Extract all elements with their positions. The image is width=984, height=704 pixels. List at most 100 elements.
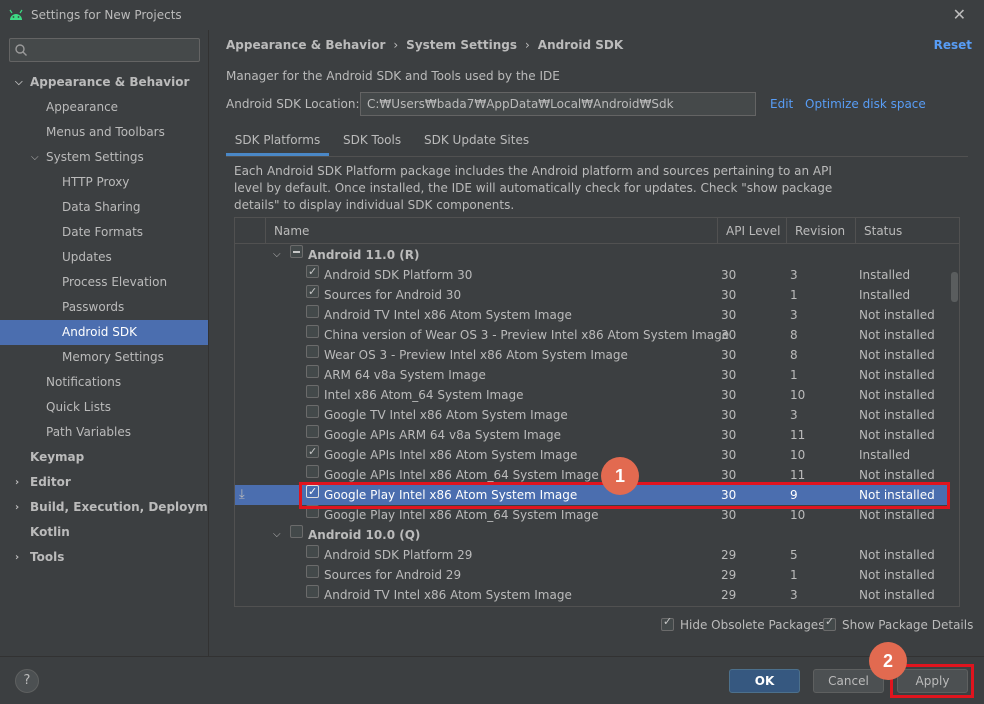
table-row[interactable]: Android SDK Platform 30 30 3 Installed [235, 262, 948, 285]
edit-location-link[interactable]: Edit [770, 97, 793, 111]
sidebar-item-appearance[interactable]: Appearance [0, 95, 208, 120]
collapse-arrow-icon[interactable]: ⌵ [273, 245, 281, 265]
sidebar-item-appearance-behavior[interactable]: ⌵ Appearance & Behavior [0, 70, 208, 95]
package-checkbox[interactable] [306, 325, 319, 338]
tab-sdk-update-sites[interactable]: SDK Update Sites [424, 126, 529, 156]
sidebar-item-editor[interactable]: › Editor [0, 470, 208, 495]
settings-search-input[interactable] [9, 38, 200, 62]
hide-obsolete-checkbox[interactable] [661, 615, 674, 631]
sidebar-item-passwords[interactable]: Passwords [0, 295, 208, 320]
show-details-option[interactable]: Show Package Details [823, 615, 973, 632]
sidebar-item-updates[interactable]: Updates [0, 245, 208, 270]
package-checkbox[interactable] [306, 585, 319, 598]
tabs-divider [226, 156, 968, 157]
collapse-arrow-icon[interactable]: ⌵ [31, 145, 39, 170]
collapse-arrow-icon[interactable]: ⌵ [273, 525, 281, 545]
package-checkbox[interactable] [306, 262, 319, 282]
table-group-row[interactable]: ⌵ Android 11.0 (R) [235, 245, 948, 265]
package-checkbox[interactable] [306, 405, 319, 418]
optimize-disk-space-link[interactable]: Optimize disk space [805, 97, 926, 111]
sidebar-item-android-sdk[interactable]: Android SDK [0, 320, 208, 345]
table-row[interactable]: Google APIs Intel x86 Atom System Image 3… [235, 442, 948, 465]
sdk-location-field[interactable]: C:₩Users₩bada7₩AppData₩Local₩Android₩Sdk [360, 92, 756, 116]
table-row[interactable]: Android TV Intel x86 Atom System Image 29… [235, 585, 948, 605]
table-row[interactable]: Google APIs ARM 64 v8a System Image 30 11 N… [235, 425, 948, 445]
package-checkbox[interactable] [306, 345, 319, 358]
column-api-level[interactable]: API Level [717, 218, 786, 244]
sidebar-item-label: Editor [30, 475, 71, 489]
column-name[interactable]: Name [265, 218, 717, 244]
reset-link[interactable]: Reset [934, 38, 972, 52]
sidebar-item-build-execution-deployment[interactable]: › Build, Execution, Deployment [0, 495, 230, 520]
sidebar-item-notifications[interactable]: Notifications [0, 370, 208, 395]
revision-cell: 3 [790, 408, 798, 422]
status-cell: Not installed [859, 568, 935, 582]
package-checkbox[interactable] [306, 545, 319, 558]
sidebar-item-label: Appearance [46, 100, 119, 114]
help-icon[interactable]: ? [15, 669, 39, 693]
api-level-cell: 30 [721, 308, 737, 322]
sidebar-item-quick-lists[interactable]: Quick Lists [0, 395, 208, 420]
show-details-checkbox[interactable] [823, 615, 836, 631]
package-name: Google APIs Intel x86 Atom System Image [324, 448, 578, 462]
sidebar-item-label: Menus and Toolbars [46, 125, 165, 139]
package-checkbox[interactable] [290, 245, 303, 258]
table-row[interactable]: Intel x86 Atom_64 System Image 30 10 Not in… [235, 385, 948, 405]
column-status[interactable]: Status [855, 218, 959, 244]
sidebar-item-system-settings[interactable]: ⌵ System Settings [0, 145, 208, 170]
table-row[interactable]: Android TV Intel x86 Atom System Image 30… [235, 305, 948, 325]
revision-cell: 10 [790, 388, 806, 402]
package-checkbox[interactable] [306, 425, 319, 438]
expand-arrow-icon[interactable]: › [15, 495, 19, 520]
sidebar-item-path-variables[interactable]: Path Variables [0, 420, 208, 445]
package-checkbox[interactable] [290, 525, 303, 538]
ok-button[interactable]: OK [729, 669, 800, 693]
revision-cell: 11 [790, 428, 806, 442]
table-row[interactable]: Android SDK Platform 29 29 5 Not installed [235, 545, 948, 565]
tab-sdk-platforms[interactable]: SDK Platforms [226, 126, 329, 156]
breadcrumb-appearance-behavior[interactable]: Appearance & Behavior [226, 38, 385, 52]
revision-cell: 10 [790, 448, 806, 462]
column-revision[interactable]: Revision [786, 218, 855, 244]
package-checkbox[interactable] [306, 565, 319, 578]
package-checkbox[interactable] [306, 305, 319, 318]
sidebar-item-label: Updates [62, 250, 112, 264]
tab-sdk-tools[interactable]: SDK Tools [343, 126, 401, 156]
android-sdk-panel: Appearance & Behavior › System Settings › An… [208, 30, 984, 656]
sidebar-item-memory-settings[interactable]: Memory Settings [0, 345, 208, 370]
package-checkbox[interactable] [306, 442, 319, 462]
sidebar-item-data-sharing[interactable]: Data Sharing [0, 195, 208, 220]
status-cell: Not installed [859, 428, 935, 442]
table-row[interactable]: Google TV Intel x86 Atom System Image 30 3… [235, 405, 948, 425]
sidebar-item-label: Kotlin [30, 525, 70, 539]
sidebar-item-keymap[interactable]: Keymap [0, 445, 208, 470]
package-name: Android TV Intel x86 Atom System Image [324, 308, 572, 322]
sidebar-item-http-proxy[interactable]: HTTP Proxy [0, 170, 208, 195]
sidebar-item-process-elevation[interactable]: Process Elevation [0, 270, 208, 295]
table-row[interactable]: China version of Wear OS 3 - Preview Int… [235, 325, 948, 345]
table-row[interactable]: Wear OS 3 - Preview Intel x86 Atom Syste… [235, 345, 948, 365]
breadcrumb-system-settings[interactable]: System Settings [406, 38, 517, 52]
table-row[interactable]: Sources for Android 29 29 1 Not installed [235, 565, 948, 585]
table-row[interactable]: Sources for Android 30 30 1 Installed [235, 282, 948, 305]
expand-arrow-icon[interactable]: › [15, 470, 19, 495]
package-checkbox[interactable] [306, 465, 319, 478]
sidebar-item-tools[interactable]: › Tools [0, 545, 208, 570]
sidebar-item-label: Process Elevation [62, 275, 168, 289]
revision-cell: 3 [790, 588, 798, 602]
status-cell: Not installed [859, 308, 935, 322]
sidebar-item-label: System Settings [46, 150, 144, 164]
close-icon[interactable]: ✕ [953, 5, 966, 24]
package-checkbox[interactable] [306, 385, 319, 398]
expand-arrow-icon[interactable]: › [15, 545, 19, 570]
sidebar-item-kotlin[interactable]: Kotlin [0, 520, 208, 545]
sidebar-item-menus-and-toolbars[interactable]: Menus and Toolbars [0, 120, 208, 145]
sidebar-item-date-formats[interactable]: Date Formats [0, 220, 208, 245]
collapse-arrow-icon[interactable]: ⌵ [15, 70, 23, 95]
table-row[interactable]: ARM 64 v8a System Image 30 1 Not installed [235, 365, 948, 385]
package-checkbox[interactable] [306, 365, 319, 378]
table-scrollbar[interactable] [951, 272, 958, 302]
package-checkbox[interactable] [306, 282, 319, 302]
hide-obsolete-option[interactable]: Hide Obsolete Packages [661, 615, 824, 632]
table-group-row[interactable]: ⌵ Android 10.0 (Q) [235, 525, 948, 545]
